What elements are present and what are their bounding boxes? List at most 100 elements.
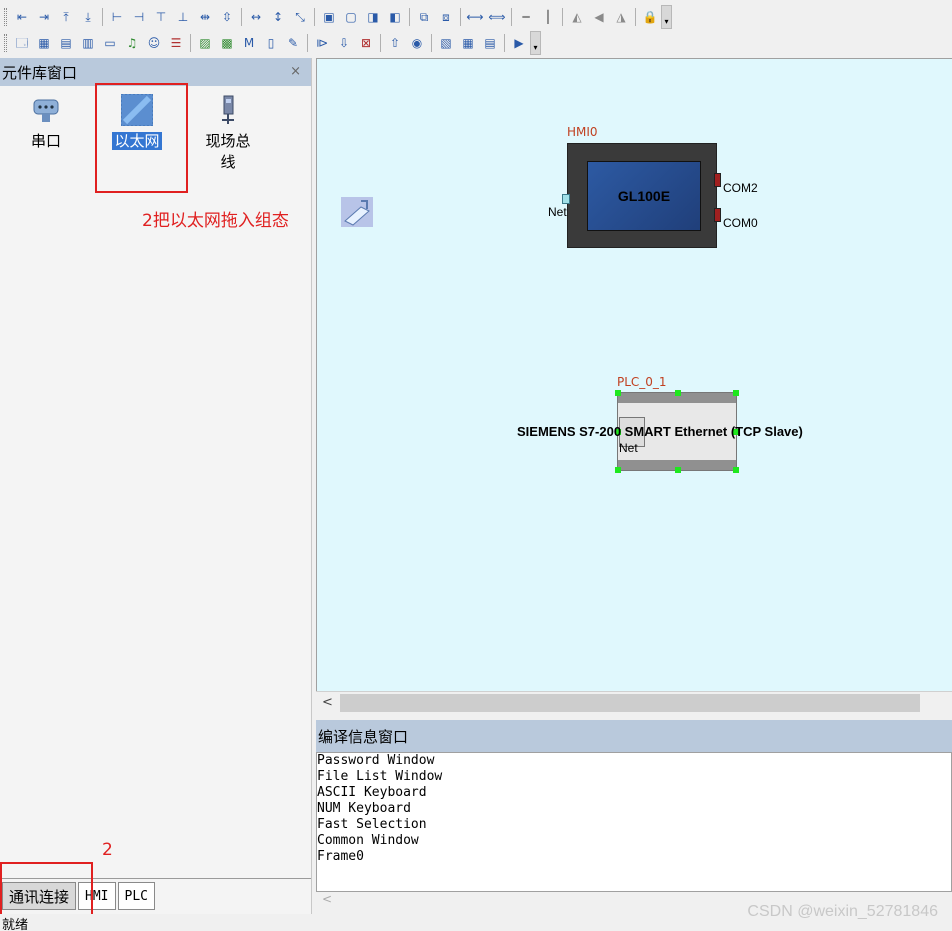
hmi-net-label: Net [548,205,567,219]
main-toolbar: 🗔 ▦ ▤ ▥ ▭ ♫ ☺ ☰ ▨ ▩ M ▯ ✎ ⧐ ⇩ ⊠ ⇧ ◉ ▧ ▦ ▤ ▶ ▾ [0,30,541,56]
toolbar-separator [431,34,432,52]
vline-icon[interactable]: ┃ [539,8,557,26]
backward-icon[interactable]: ◧ [386,8,404,26]
scrollbar-thumb[interactable] [340,694,920,712]
flip-icon[interactable]: ◭ [568,8,586,26]
same-size-icon[interactable]: ⤡ [291,8,309,26]
toolbar-overflow-chevron-icon[interactable]: ▾ [530,31,541,55]
folder-icon[interactable]: ▭ [101,34,119,52]
space-v-icon[interactable]: ⟺ [488,8,506,26]
stack-icon[interactable]: ☰ [167,34,185,52]
same-width-icon[interactable]: ↔ [247,8,265,26]
plc-node-name: PLC_0_1 [617,375,667,389]
image-icon[interactable]: ▨ [196,34,214,52]
ungroup-icon[interactable]: ⧈ [437,8,455,26]
toolbar-separator [190,34,191,52]
output-line: Fast Selection [317,817,427,832]
selection-handle[interactable] [675,467,681,473]
toolbar-separator [635,8,636,26]
tool-icon[interactable]: ✎ [284,34,302,52]
app-window: ⇤ ⇥ ⤒ ⤓ ⊢ ⊣ ⊤ ⊥ ⇹ ⇳ ↔ ↕ ⤡ ▣ ▢ ◨ ◧ ⧉ ⧈ ⟷ ⟺ ━ ┃ ◭ ◀ ◮ 🔒 ▾ 🗔 ▦ ▤ ▥ ▭ ♫ ☺ ☰ ▨ ▩ M… [0,0,952,931]
align-h-icon[interactable]: ⊢ [108,8,126,26]
hmi-model-label: GL100E [587,161,701,231]
serial-port-icon [30,94,62,126]
align-bottom-icon[interactable]: ⤓ [79,8,97,26]
toolbar-separator [460,8,461,26]
toolbar-separator [409,8,410,26]
scroll-left-icon[interactable]: < [322,695,333,710]
run-icon[interactable]: ▶ [510,34,528,52]
keypad-icon[interactable]: ▥ [79,34,97,52]
hmi-net-port-icon[interactable] [562,194,570,204]
output-line: Password Window [317,753,435,768]
bring-front-icon[interactable]: ▣ [320,8,338,26]
tab-plc[interactable]: PLC [117,882,155,910]
upload-icon[interactable]: ⇧ [386,34,404,52]
download-icon[interactable]: ⇩ [335,34,353,52]
fieldbus-icon [212,94,244,126]
toolbar-separator [241,8,242,26]
annotation-highlight-box [95,83,188,193]
picture-icon[interactable]: ▩ [218,34,236,52]
selection-handle[interactable] [615,467,621,473]
dist-h-icon[interactable]: ⇹ [196,8,214,26]
align-left-icon[interactable]: ⇤ [13,8,31,26]
watermark: CSDN @weixin_52781846 [747,903,938,920]
com0-label: COM0 [723,216,758,230]
close-icon[interactable]: × [290,64,301,79]
scroll-left-icon[interactable]: < [322,892,332,906]
annotation-drag-note: 2把以太网拖入组态 [142,211,289,231]
toolbar-grip[interactable] [4,34,7,52]
group-icon[interactable]: ⧉ [415,8,433,26]
lock-icon[interactable]: 🔒 [641,8,659,26]
com0-port-icon[interactable] [714,208,721,222]
doc-icon[interactable]: ▯ [262,34,280,52]
selection-handle[interactable] [615,390,621,396]
hmi-device[interactable]: GL100E [562,143,721,248]
library-item-label: 现场总线 [205,132,251,171]
m-icon[interactable]: M [240,34,258,52]
compile-output-body: Password Window File List Window ASCII K… [316,752,952,892]
send-back-icon[interactable]: ▢ [342,8,360,26]
align-right-icon[interactable]: ⇥ [35,8,53,26]
space-h-icon[interactable]: ⟷ [466,8,484,26]
align-middle-icon[interactable]: ⊥ [174,8,192,26]
forward-icon[interactable]: ◨ [364,8,382,26]
compile-icon[interactable]: ⧐ [313,34,331,52]
component-library-pane: 元件库窗口 × 串口 以太网 现场总线 2把以太网拖入组态 2 [0,58,312,914]
sim-icon[interactable]: ◉ [408,34,426,52]
canvas-horizontal-scrollbar[interactable]: < [316,691,952,715]
hline-icon[interactable]: ━ [517,8,535,26]
grid-icon[interactable]: ▦ [35,34,53,52]
user-icon[interactable]: ☺ [145,34,163,52]
chart-icon[interactable]: ▧ [437,34,455,52]
design-canvas[interactable]: HMI0 GL100E Net COM2 COM0 PLC_0_1 Net SI… [316,58,952,691]
toolbar-separator [307,34,308,52]
toolbar-separator [562,8,563,26]
selection-handle[interactable] [675,390,681,396]
dist-v-icon[interactable]: ⇳ [218,8,236,26]
toolbar-overflow-chevron-icon[interactable]: ▾ [661,5,672,29]
layout-icon[interactable]: ▤ [57,34,75,52]
output-line: ASCII Keyboard [317,785,427,800]
clear-icon[interactable]: ⊠ [357,34,375,52]
library-item-label: 串口 [30,132,61,150]
rotate-right-icon[interactable]: ◮ [612,8,630,26]
rotate-left-icon[interactable]: ◀ [590,8,608,26]
align-center-icon[interactable]: ⊤ [152,8,170,26]
report-icon[interactable]: ▤ [481,34,499,52]
same-height-icon[interactable]: ↕ [269,8,287,26]
hmi-node-name: HMI0 [567,125,598,139]
com2-port-icon[interactable] [714,173,721,187]
selection-handle[interactable] [733,467,739,473]
library-item-serial[interactable]: 串口 [14,94,78,151]
align-v-icon[interactable]: ⊣ [130,8,148,26]
toolbar-grip[interactable] [4,8,7,26]
align-top-icon[interactable]: ⤒ [57,8,75,26]
library-item-fieldbus[interactable]: 现场总线 [196,94,260,172]
music-icon[interactable]: ♫ [123,34,141,52]
table-icon[interactable]: ▦ [459,34,477,52]
selection-handle[interactable] [733,390,739,396]
window-icon[interactable]: 🗔 [13,34,31,52]
ethernet-node-icon[interactable] [341,197,373,227]
